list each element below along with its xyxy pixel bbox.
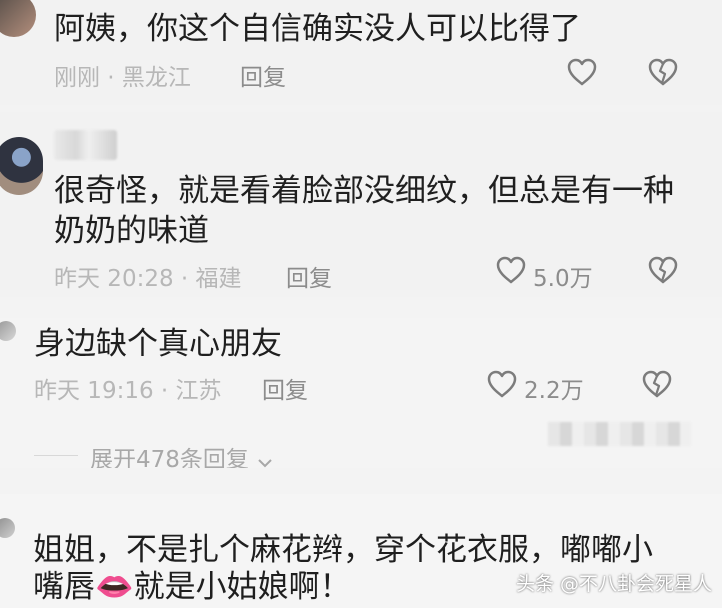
heart-outline-icon[interactable] [485, 369, 519, 399]
broken-heart-icon[interactable] [646, 57, 680, 87]
comment-item: 身边缺个真心朋友 昨天 19:16 · 江苏 回复 2.2万 展开478条回复 [0, 318, 722, 468]
blurred-username[interactable] [54, 130, 117, 160]
avatar[interactable] [0, 321, 16, 341]
comment-item: 阿姨，你这个自信确实没人可以比得了 刚刚 · 黑龙江 回复 [0, 0, 722, 105]
comment-meta: 刚刚 · 黑龙江 [54, 65, 191, 91]
heart-outline-icon[interactable] [565, 57, 599, 87]
reply-button[interactable]: 回复 [262, 371, 308, 405]
comment-text: 身边缺个真心朋友 [34, 326, 282, 362]
broken-heart-icon[interactable] [646, 255, 680, 285]
comment-text: 阿姨，你这个自信确实没人可以比得了 [54, 11, 581, 47]
reply-button[interactable]: 回复 [240, 58, 286, 92]
like-count: 2.2万 [524, 378, 584, 404]
comment-item: 很奇怪，就是看着脸部没细纹，但总是有一种 奶奶的味道 昨天 20:28 · 福建… [0, 112, 722, 297]
heart-outline-icon[interactable] [494, 255, 528, 285]
comment-meta: 昨天 19:16 · 江苏 [34, 378, 222, 404]
expand-replies-button[interactable]: 展开478条回复 [90, 440, 274, 468]
divider [34, 455, 78, 456]
avatar[interactable] [0, 518, 15, 538]
chevron-down-icon [256, 452, 274, 469]
comment-meta: 昨天 20:28 · 福建 [54, 266, 242, 292]
broken-heart-icon[interactable] [640, 369, 674, 399]
comment-text: 奶奶的味道 [54, 213, 209, 249]
avatar[interactable] [0, 0, 36, 37]
expand-replies-label: 展开478条回复 [90, 447, 249, 468]
watermark: 头条 @不八卦会死星人 [516, 573, 713, 595]
comment-item: 姐姐，不是扎个麻花辫，穿个花衣服，嘟嘟小 嘴唇👄就是小姑娘啊！ 头条 @不八卦会… [0, 494, 722, 608]
like-count: 5.0万 [533, 266, 593, 292]
avatar[interactable] [0, 137, 43, 195]
comment-text: 嘴唇👄就是小姑娘啊！ [33, 569, 351, 605]
blurred-region [548, 422, 691, 446]
comment-screenshot: 阿姨，你这个自信确实没人可以比得了 刚刚 · 黑龙江 回复 很奇怪，就是看着脸部… [0, 0, 722, 608]
reply-button[interactable]: 回复 [286, 259, 332, 293]
